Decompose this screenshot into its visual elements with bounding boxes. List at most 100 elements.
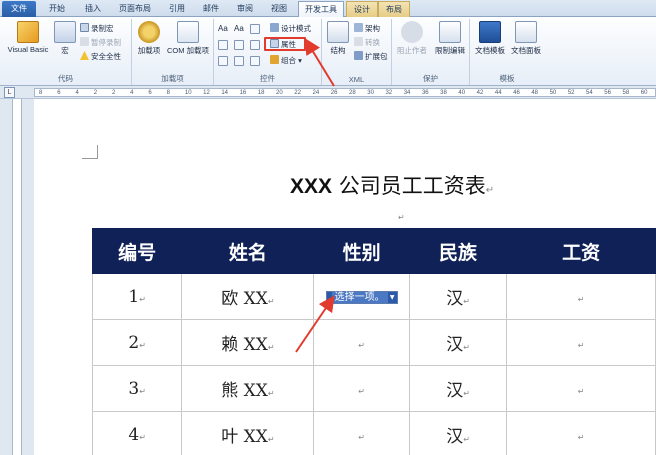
cell-gender[interactable]: ↵: [313, 411, 410, 455]
ruler-pencil-icon: [270, 23, 279, 32]
com-addins-icon: [177, 21, 199, 43]
macro-button[interactable]: 宏: [54, 21, 76, 56]
tab-table-design[interactable]: 设计: [346, 1, 378, 17]
tab-home[interactable]: 开始: [38, 1, 76, 17]
cell-id[interactable]: 1↵: [91, 273, 183, 320]
tab-selector[interactable]: L: [4, 87, 15, 98]
group-protect-label: 保护: [423, 74, 438, 83]
record-macro-label: 录制宏: [91, 24, 114, 33]
cell-name[interactable]: 叶 XX↵: [181, 411, 315, 455]
visual-basic-button[interactable]: Visual Basic: [4, 21, 52, 54]
document-template-button[interactable]: 文档模板: [472, 21, 508, 56]
cell-ethnic[interactable]: 汉↵: [408, 365, 508, 412]
group-xml: 结构 架构 转换 扩展包 XML: [322, 19, 392, 85]
cell-id[interactable]: 4↵: [91, 411, 183, 455]
legacy-tools-icon[interactable]: [250, 56, 260, 66]
cell-id[interactable]: 3↵: [91, 365, 183, 412]
group-button[interactable]: 组合 ▾: [270, 55, 302, 67]
cell-salary[interactable]: ↵: [506, 319, 656, 366]
macro-icon: [54, 21, 76, 43]
checkbox-control-icon[interactable]: [234, 56, 244, 66]
group-templates-label: 模板: [499, 74, 515, 83]
pause-recording-button[interactable]: 暂停录制: [80, 37, 121, 49]
ruler-number: 2: [111, 90, 116, 96]
properties-highlight: [264, 37, 306, 51]
tab-page-layout[interactable]: 页面布局: [110, 1, 160, 17]
lock-icon: [439, 21, 461, 43]
record-macro-button[interactable]: 录制宏: [80, 23, 114, 35]
cell-gender[interactable]: 选择一项。 ▼: [313, 273, 410, 320]
cell-mark: ↵: [463, 435, 470, 444]
date-picker-icon[interactable]: [218, 56, 228, 66]
block-authors-icon: [401, 21, 423, 43]
tab-mailings[interactable]: 邮件: [194, 1, 228, 17]
cell-mark: ↵: [577, 294, 585, 304]
cell-id-text: 1: [128, 286, 140, 307]
building-block-icon[interactable]: [218, 40, 228, 50]
header-ethnic[interactable]: 民族: [408, 228, 508, 274]
group-xml-label: XML: [348, 75, 365, 84]
document-title[interactable]: XXX 公司员工工资表↵: [290, 170, 494, 200]
document-title-text: 公司员工工资表: [332, 174, 486, 198]
cell-salary[interactable]: ↵: [506, 411, 656, 455]
cell-ethnic[interactable]: 汉↵: [408, 319, 508, 366]
com-addins-button[interactable]: COM 加载项: [164, 21, 212, 56]
ruler-number: 46: [513, 90, 520, 96]
header-name[interactable]: 姓名: [181, 228, 315, 274]
chevron-down-icon[interactable]: ▼: [387, 291, 397, 303]
cell-mark: ↵: [267, 297, 275, 306]
restrict-editing-label: 限制编辑: [435, 46, 465, 55]
macro-security-button[interactable]: 安全全性: [80, 51, 121, 63]
plain-text-control[interactable]: Aa: [234, 23, 244, 35]
cell-mark: ↵: [139, 386, 146, 396]
combo-box-icon[interactable]: [234, 40, 244, 50]
tab-file[interactable]: 文件: [2, 1, 36, 17]
content-control-placeholder[interactable]: 选择一项。: [331, 291, 388, 303]
cell-name[interactable]: 欧 XX↵: [181, 273, 315, 320]
pause-recording-label: 暂停录制: [91, 38, 121, 47]
schema-button[interactable]: 架构: [354, 23, 380, 35]
ruler-number: 60: [640, 90, 648, 96]
tab-references[interactable]: 引用: [160, 1, 194, 17]
addins-label: 加载项: [137, 46, 161, 55]
transform-button[interactable]: 转换: [354, 37, 380, 49]
document-panel-button[interactable]: 文档面板: [508, 21, 544, 56]
cell-ethnic-text: 汉: [446, 427, 464, 447]
cell-name[interactable]: 熊 XX↵: [181, 365, 315, 412]
cell-mark: ↵: [358, 432, 365, 442]
tab-developer[interactable]: 开发工具: [298, 1, 344, 18]
cell-gender[interactable]: ↵: [313, 365, 410, 412]
ruler-number: 38: [440, 90, 447, 96]
design-mode-button[interactable]: 设计模式: [270, 23, 311, 35]
cell-ethnic[interactable]: 汉↵: [408, 411, 508, 455]
header-gender[interactable]: 性别: [313, 228, 410, 274]
header-salary[interactable]: 工资: [506, 228, 656, 274]
cell-salary[interactable]: ↵: [506, 365, 656, 412]
cell-ethnic[interactable]: 汉↵: [408, 273, 508, 320]
dropdown-list-icon[interactable]: [250, 40, 260, 50]
addins-button[interactable]: 加载项: [134, 21, 164, 56]
expansion-pack-button[interactable]: 扩展包: [354, 51, 388, 63]
tab-table-layout[interactable]: 布局: [378, 1, 410, 17]
structure-button[interactable]: 结构: [324, 21, 352, 56]
tab-insert[interactable]: 插入: [76, 1, 110, 17]
cell-id[interactable]: 2↵: [91, 319, 183, 366]
cell-name[interactable]: 赖 XX↵: [181, 319, 315, 366]
warning-icon: [80, 51, 89, 60]
horizontal-ruler[interactable]: 8 6 4 2 2 4 6 8 10 12 14 16 18 20 22 24 26 28 30 32 34 36 38 40…: [34, 88, 656, 97]
header-id[interactable]: 编号: [91, 228, 183, 274]
ruler-number: 32: [385, 90, 393, 96]
table-row: 4↵ 叶 XX↵ ↵ 汉↵ ↵: [91, 411, 656, 455]
tab-review[interactable]: 审阅: [228, 1, 262, 17]
restrict-editing-button[interactable]: 限制编辑: [432, 21, 468, 56]
rich-text-control[interactable]: Aa: [218, 23, 228, 35]
tab-view[interactable]: 视图: [262, 1, 296, 17]
dropdown-content-control[interactable]: 选择一项。 ▼: [325, 290, 398, 304]
cell-salary[interactable]: ↵: [506, 273, 656, 320]
table-header-row: 编号 姓名 性别 民族 工资: [91, 228, 656, 274]
document-title-company: XXX: [290, 175, 333, 198]
cell-gender[interactable]: ↵: [313, 319, 410, 366]
picture-control-icon[interactable]: [250, 24, 260, 34]
vertical-ruler[interactable]: [12, 99, 22, 455]
block-authors-button[interactable]: 阻止作者: [394, 21, 430, 56]
